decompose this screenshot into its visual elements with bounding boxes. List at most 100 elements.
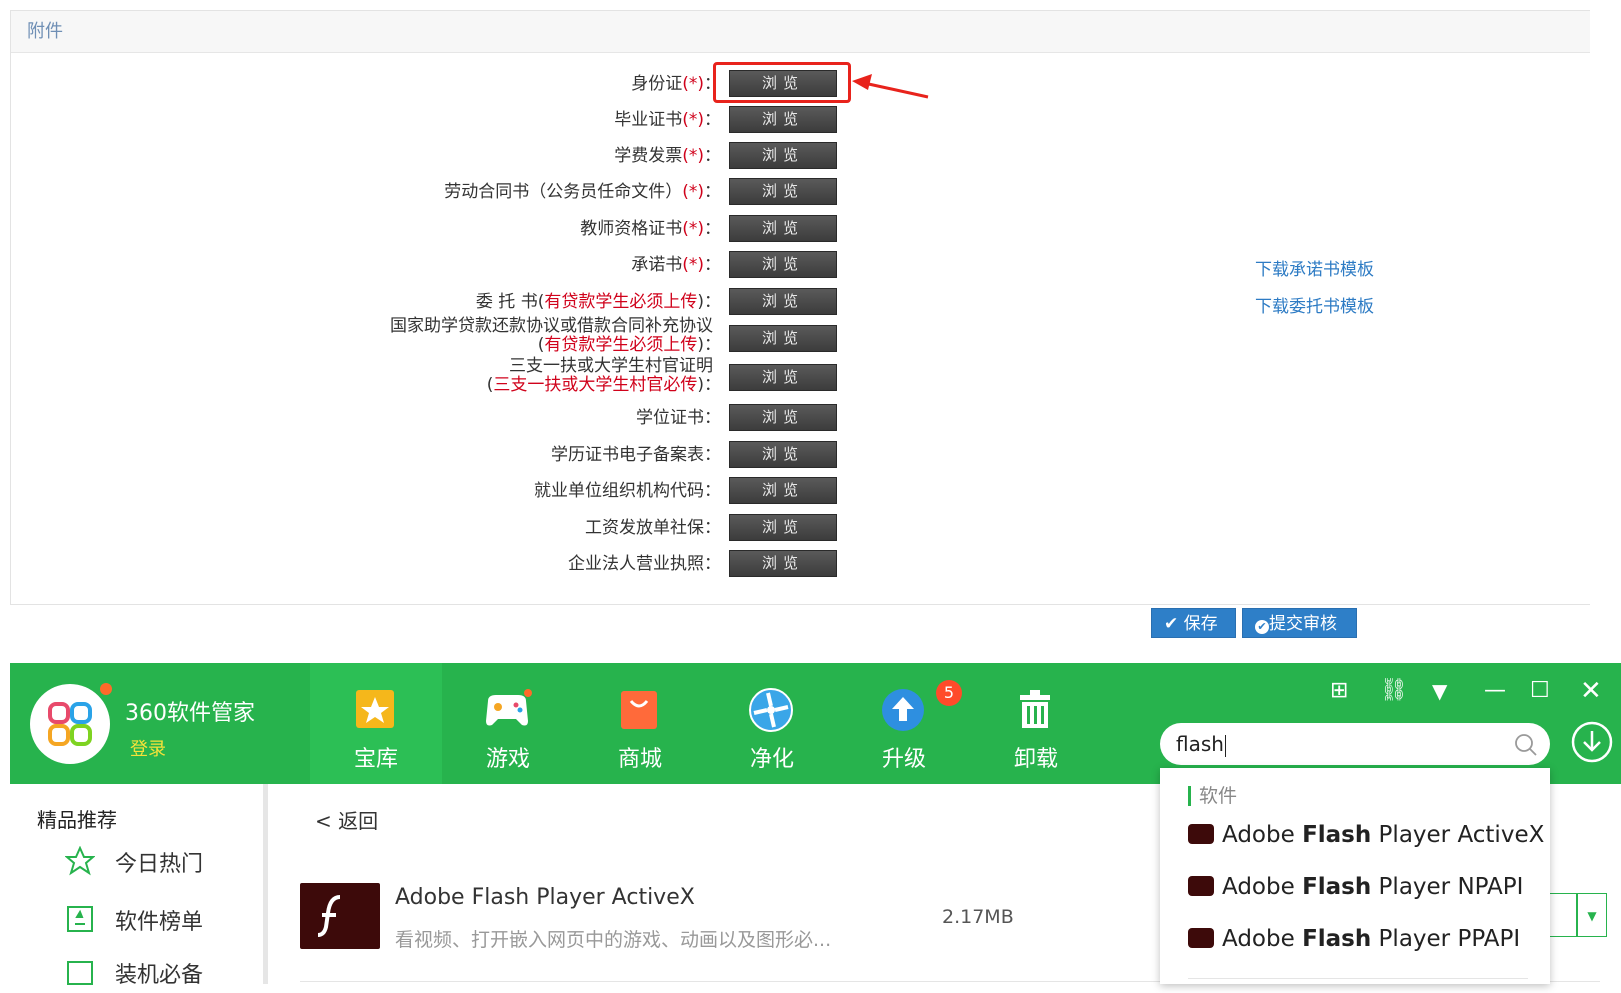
search-input[interactable]: flash [1160,723,1550,765]
suggestion-item[interactable]: Adobe Flash Player ActiveX [1188,822,1544,848]
browse-button[interactable]: 浏览 [729,477,837,504]
row-label: 学费发票 [614,146,683,166]
attachment-row-labor-contract: 劳动合同书（公务员任命文件）(*)： 浏览 [11,178,851,205]
browse-button[interactable]: 浏览 [729,215,837,242]
close-icon[interactable]: ✕ [1580,678,1602,704]
download-promise-template-link[interactable]: 下载承诺书模板 [1255,255,1374,280]
row-label: 学历证书电子备案表 [551,445,704,465]
menu-dropdown-icon[interactable]: ▼ [1432,679,1447,703]
red-arrow-icon [852,74,929,99]
star-icon [356,690,394,728]
row-label: 学位证书 [636,408,704,428]
attachment-row-degree-cert: 学位证书： 浏览 [11,404,851,431]
required-mark: (*) [682,182,704,202]
attachment-row-diploma: 毕业证书(*)： 浏览 [11,106,851,133]
attachment-row-power-of-attorney: 委 托 书(有贷款学生必须上传)： 浏览 [11,288,851,315]
download-entrust-template-link[interactable]: 下载委托书模板 [1255,292,1374,317]
search-suggestions-dropdown: 软件 Adobe Flash Player ActiveX Adobe Flas… [1160,768,1550,984]
text-caret [1224,734,1226,757]
nav-tab-games[interactable]: 游戏 [442,663,574,784]
sidebar-section-title: 精品推荐 [37,808,117,832]
browse-button[interactable]: 浏览 [729,142,837,169]
row-label: 承诺书 [631,255,683,275]
browse-button[interactable]: 浏览 [729,441,837,468]
attachment-row-promise-letter: 承诺书(*)： 浏览 [11,251,851,278]
upgrade-count-badge: 5 [936,680,962,706]
attachment-row-teacher-cert: 教师资格证书(*)： 浏览 [11,215,851,242]
back-link[interactable]: < 返回 [315,805,378,834]
save-button[interactable]: ✔ 保存 [1151,608,1236,638]
attachment-row-org-code: 就业单位组织机构代码： 浏览 [11,477,851,504]
browse-button[interactable]: 浏览 [729,550,837,577]
row-label: 企业法人营业执照 [568,554,704,574]
sidebar-item-today-hot[interactable]: 今日热门 [64,845,203,882]
check-circle-icon: ✔ [1255,620,1269,634]
software-size: 2.17MB [942,906,1014,928]
maximize-icon[interactable]: ☐ [1530,679,1550,703]
row-label: 身份证 [631,74,683,94]
flash-player-icon [300,883,380,949]
required-mark: 有贷款学生必须上传 [544,335,698,355]
skin-icon[interactable]: ⊞ [1330,679,1348,703]
submit-review-button[interactable]: ✔ 提交审核 [1242,608,1357,638]
browse-button[interactable]: 浏览 [729,404,837,431]
required-mark: (*) [682,255,704,275]
flash-icon [1188,928,1214,948]
row-label: 劳动合同书（公务员任命文件） [444,182,683,202]
highlight-box [713,62,851,103]
row-label: 工资发放单社保 [585,518,704,538]
row-label: 毕业证书 [614,110,683,130]
search-icon[interactable] [1514,733,1538,757]
nav-tab-cleanup[interactable]: 净化 [706,663,838,784]
browse-button[interactable]: 浏览 [729,288,837,315]
attachment-row-tuition-invoice: 学费发票(*)： 浏览 [11,142,851,169]
flash-icon [1188,824,1214,844]
trash-icon [1020,690,1050,728]
attachment-row-business-license: 企业法人营业执照： 浏览 [11,550,851,577]
browse-button[interactable]: 浏览 [729,325,837,352]
required-mark: (*) [682,146,704,166]
row-label: 委 托 书( [475,292,545,312]
row-label: 三支一扶或大学生村官证明 [509,356,713,376]
required-mark: (*) [682,74,704,94]
nav-tab-uninstall[interactable]: 卸载 [970,663,1102,784]
sidebar-item-rankings[interactable]: 软件榜单 [65,904,203,940]
suggestion-item[interactable]: Adobe Flash Player NPAPI [1188,874,1523,900]
divider [1188,978,1528,979]
ranking-icon [67,906,93,932]
required-mark: (*) [682,219,704,239]
install-options-chevron-icon[interactable]: ▼ [1577,893,1607,937]
fan-icon [749,688,793,732]
attachment-row-village-official: 三支一扶或大学生村官证明 (三支一扶或大学生村官必传)： 浏览 [11,356,851,396]
browse-button[interactable]: 浏览 [729,106,837,133]
sidebar-item-essentials[interactable]: 装机必备 [65,957,203,993]
required-mark: 三支一扶或大学生村官必传 [493,375,698,395]
sidebar: 精品推荐 今日热门 软件榜单 装机必备 [10,784,268,988]
browse-button[interactable]: 浏览 [729,251,837,278]
nav-tab-library[interactable]: 宝库 [310,663,442,784]
browse-button[interactable]: 浏览 [729,178,837,205]
browse-button[interactable]: 浏览 [729,514,837,541]
shopping-bag-icon [621,691,657,729]
flash-icon [1188,876,1214,896]
suggestion-item[interactable]: Adobe Flash Player PPAPI [1188,926,1520,952]
download-manager-icon[interactable] [1570,720,1614,764]
row-label: 教师资格证书 [580,219,683,239]
browse-button[interactable]: 浏览 [729,364,837,391]
panel-title: 附件 [11,11,1590,53]
required-mark: 有贷款学生必须上传 [544,292,698,312]
row-label: 就业单位组织机构代码 [534,481,704,501]
login-link[interactable]: 登录 [130,735,166,761]
nav-tab-store[interactable]: 商城 [574,663,706,784]
attachment-row-education-record: 学历证书电子备案表： 浏览 [11,441,851,468]
star-outline-icon [64,845,96,876]
suggestions-section-heading: 软件 [1188,786,1237,806]
required-mark: (*) [682,110,704,130]
software-manager-window: 360软件管家 登录 宝库 游戏 商城 净化 升级 5 卸载 ⊞ ⛓ ▼ — ☐… [10,663,1621,988]
attachment-row-salary-insurance: 工资发放单社保： 浏览 [11,514,851,541]
software-name[interactable]: Adobe Flash Player ActiveX [395,885,695,910]
minimize-icon[interactable]: — [1484,679,1506,703]
settings-icon[interactable]: ⛓ [1380,679,1408,703]
top-bar: 360软件管家 登录 宝库 游戏 商城 净化 升级 5 卸载 ⊞ ⛓ ▼ — ☐… [10,663,1621,784]
upgrade-icon [882,689,924,731]
